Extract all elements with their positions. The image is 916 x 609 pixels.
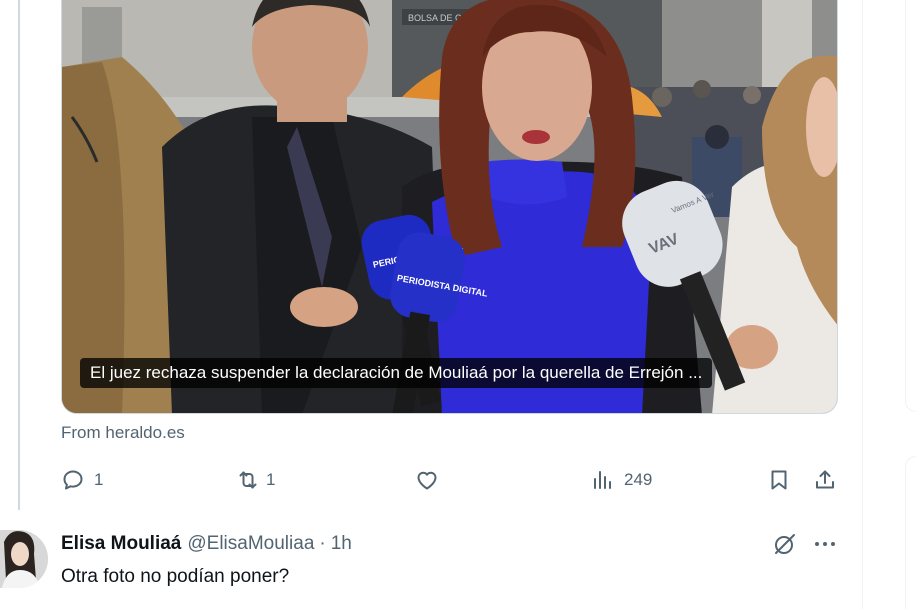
- like-button[interactable]: [415, 462, 448, 498]
- reply-icon: [63, 470, 83, 490]
- views-button[interactable]: 249: [591, 462, 652, 498]
- reply-button[interactable]: 1: [61, 462, 103, 498]
- reply-text: Otra foto no podían poner?: [61, 566, 290, 587]
- share-button[interactable]: [813, 462, 837, 498]
- reply-count: 1: [94, 470, 104, 489]
- sidebar-card-edge: [905, 456, 916, 609]
- retweet-count: 1: [266, 470, 276, 489]
- separator-dot: ·: [319, 533, 326, 554]
- avatar[interactable]: [0, 530, 48, 588]
- views-count: 249: [624, 470, 653, 489]
- more-icon[interactable]: [811, 531, 839, 557]
- news-photo[interactable]: BOLSA DE CARRERAS PERIODISTA DIGITAL VAV…: [62, 0, 837, 413]
- retweet-icon: [239, 471, 257, 489]
- reply-timestamp[interactable]: 1h: [331, 533, 352, 555]
- more-dot: [823, 542, 827, 546]
- media-caption: El juez rechaza suspender la declaración…: [80, 358, 713, 388]
- thread-connector-line: [18, 0, 20, 510]
- media-card[interactable]: BOLSA DE CARRERAS PERIODISTA DIGITAL VAV…: [61, 0, 838, 414]
- sidebar-card-edge: [905, 0, 916, 412]
- timeline-right-border: [862, 0, 863, 609]
- more-dot: [831, 542, 835, 546]
- more-dot: [815, 542, 819, 546]
- bookmark-button[interactable]: [767, 462, 791, 498]
- tweet-action-bar: 1 1 249: [61, 462, 841, 498]
- reply-author-name[interactable]: Elisa Mouliaá: [61, 533, 181, 555]
- heart-icon: [417, 471, 437, 490]
- sidebar-panel-edge: [905, 0, 916, 609]
- retweet-button[interactable]: 1: [236, 462, 275, 498]
- views-chart-icon: [594, 471, 611, 489]
- share-icon: [816, 470, 834, 489]
- grok-icon[interactable]: [772, 531, 798, 557]
- reply-author-handle[interactable]: @ElisaMouliaa: [187, 533, 314, 555]
- link-source[interactable]: From heraldo.es: [61, 423, 185, 443]
- reply-header: Elisa Mouliaá @ElisaMouliaa · 1h: [61, 531, 352, 557]
- bookmark-icon: [771, 470, 787, 490]
